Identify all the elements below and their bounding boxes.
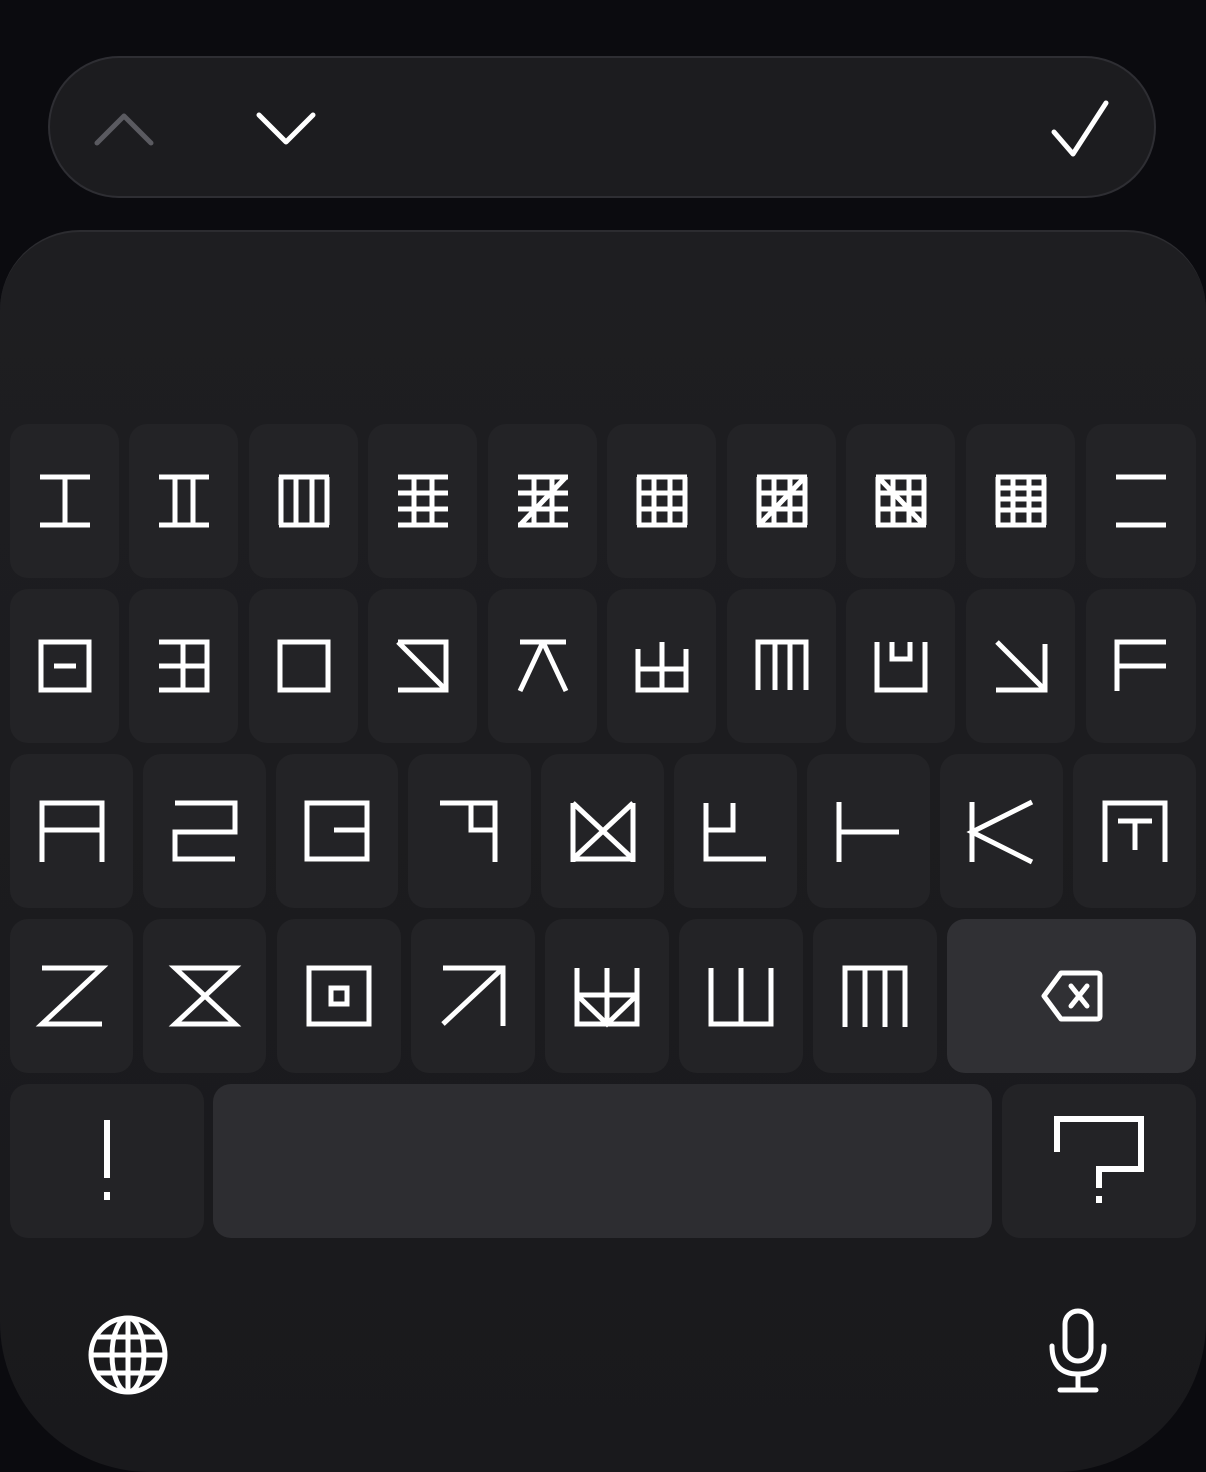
glyph-box-e-icon xyxy=(158,639,209,693)
key-glyph-m-arch[interactable] xyxy=(727,589,836,743)
key-glyph-z[interactable] xyxy=(10,919,133,1073)
microphone-icon xyxy=(1049,1308,1107,1393)
key-glyph-two-bars[interactable] xyxy=(1086,424,1196,578)
previous-field-button[interactable] xyxy=(64,58,184,200)
key-glyph-box-e[interactable] xyxy=(129,589,238,743)
key-glyph-box-diagonal[interactable] xyxy=(368,589,477,743)
key-glyph-vii[interactable] xyxy=(727,424,836,578)
key-glyph-k[interactable] xyxy=(940,754,1063,908)
glyph-arrow-up-right-icon xyxy=(441,965,506,1026)
glyph-k-icon xyxy=(965,799,1033,865)
glyph-basket-icon xyxy=(574,968,640,1028)
exclamation-glyph-icon xyxy=(104,1120,110,1200)
key-glyph-i[interactable] xyxy=(10,424,119,578)
key-glyph-arrow-down-right[interactable] xyxy=(966,589,1075,743)
chevron-down-icon xyxy=(256,112,316,145)
keyboard-panel: ! xyxy=(0,230,1206,1472)
key-glyph-ii[interactable] xyxy=(129,424,238,578)
glyph-box-diagonal-icon xyxy=(395,639,448,693)
glyph-u-icon xyxy=(708,968,774,1027)
glyph-cup-icon xyxy=(874,642,927,693)
key-glyph-iv[interactable] xyxy=(368,424,477,578)
glyph-z-icon xyxy=(35,965,108,1027)
key-glyph-u[interactable] xyxy=(679,919,803,1073)
glyph-f-icon xyxy=(1114,639,1166,691)
key-glyph-gate[interactable] xyxy=(1073,754,1196,908)
key-glyph-cup[interactable] xyxy=(846,589,955,743)
glyph-caret-icon xyxy=(517,639,568,693)
glyph-arrow-down-right-icon xyxy=(994,640,1047,693)
key-glyph-b[interactable] xyxy=(276,754,398,908)
glyph-a-icon xyxy=(39,800,104,862)
key-glyph-t-side[interactable] xyxy=(807,754,930,908)
key-glyph-vi[interactable] xyxy=(607,424,716,578)
glyph-tooth-icon xyxy=(635,642,688,693)
delete-backspace-icon xyxy=(1041,970,1102,1022)
question-glyph-icon xyxy=(1054,1116,1144,1203)
glyph-v-icon xyxy=(517,474,568,528)
glyph-two-icon xyxy=(172,800,237,862)
chevron-up-icon xyxy=(94,113,154,146)
glyph-viii-icon xyxy=(875,474,926,528)
glyph-hourglass-icon xyxy=(168,965,241,1027)
key-glyph-tooth[interactable] xyxy=(607,589,716,743)
key-glyph-l-turn[interactable] xyxy=(674,754,797,908)
glyph-l-turn-icon xyxy=(703,803,766,862)
key-glyph-box[interactable] xyxy=(249,589,358,743)
key-glyph-box-dot[interactable] xyxy=(277,919,401,1073)
key-glyph-box-minus[interactable] xyxy=(10,589,119,743)
delete-button[interactable] xyxy=(947,919,1196,1073)
glyph-m-arch-icon xyxy=(755,639,808,690)
microphone-button[interactable] xyxy=(1046,1306,1110,1396)
input-accessory-bar xyxy=(48,56,1156,198)
key-glyph-arrow-up-right[interactable] xyxy=(411,919,535,1073)
glyph-ix-icon xyxy=(995,474,1046,528)
key-glyph-a[interactable] xyxy=(10,754,133,908)
key-glyph-hourglass[interactable] xyxy=(143,919,266,1073)
glyph-i-icon xyxy=(39,474,90,528)
key-glyph-box-x[interactable] xyxy=(541,754,664,908)
key-glyph-caret[interactable] xyxy=(488,589,597,743)
glyph-m-three-icon xyxy=(842,965,908,1027)
globe-icon xyxy=(88,1315,168,1395)
glyph-box-icon xyxy=(277,639,330,693)
key-glyph-ix[interactable] xyxy=(966,424,1075,578)
glyph-gate-icon xyxy=(1102,800,1167,862)
key-glyph-iii[interactable] xyxy=(249,424,358,578)
glyph-vii-icon xyxy=(756,474,807,528)
glyph-ii-icon xyxy=(158,474,209,528)
key-glyph-m-three[interactable] xyxy=(813,919,937,1073)
key-glyph-f[interactable] xyxy=(1086,589,1196,743)
globe-button[interactable] xyxy=(87,1314,169,1396)
glyph-box-x-icon xyxy=(570,801,635,862)
glyph-box-minus-icon xyxy=(38,639,91,693)
glyph-two-bars-icon xyxy=(1116,474,1166,528)
done-button[interactable] xyxy=(1020,58,1140,200)
key-glyph-basket[interactable] xyxy=(545,919,669,1073)
exclamation-key[interactable]: ! xyxy=(10,1084,204,1238)
checkmark-icon xyxy=(1051,100,1109,157)
key-glyph-v[interactable] xyxy=(488,424,597,578)
space-bar[interactable] xyxy=(213,1084,992,1238)
question-key[interactable] xyxy=(1002,1084,1196,1238)
glyph-seven-icon xyxy=(439,800,497,862)
key-glyph-two[interactable] xyxy=(143,754,266,908)
glyph-b-icon xyxy=(304,800,370,862)
next-field-button[interactable] xyxy=(226,58,346,200)
glyph-iv-icon xyxy=(397,474,448,528)
key-glyph-seven[interactable] xyxy=(408,754,531,908)
glyph-t-side-icon xyxy=(836,802,899,862)
key-glyph-viii[interactable] xyxy=(846,424,955,578)
glyph-box-dot-icon xyxy=(306,965,372,1027)
glyph-iii-icon xyxy=(278,474,329,528)
glyph-vi-icon xyxy=(636,474,687,528)
